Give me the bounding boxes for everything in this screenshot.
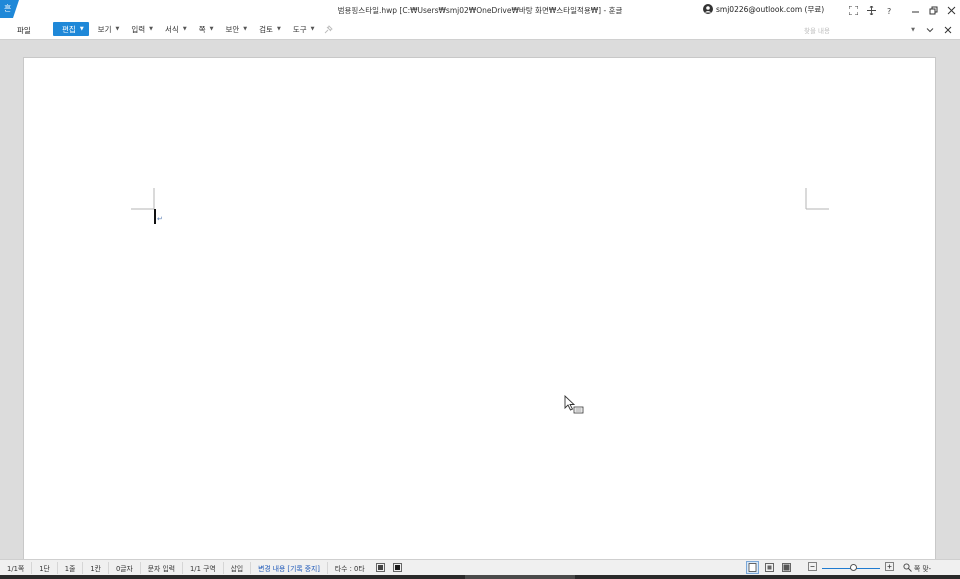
zoom-fit-button[interactable]: 쪽 맞- <box>903 563 931 573</box>
help-icon[interactable]: ? <box>880 3 898 17</box>
margin-corner-top-right <box>805 188 829 210</box>
view-fit-icon[interactable] <box>763 561 776 574</box>
view-page-icon[interactable] <box>746 561 759 574</box>
menu-insert[interactable]: 입력 ▼ <box>125 22 159 36</box>
menu-tools-label: 도구 <box>292 24 307 34</box>
view-width-icon[interactable] <box>780 561 793 574</box>
status-track-changes[interactable]: 변경 내용 [기록 중지] <box>251 561 328 574</box>
macro-record-icon[interactable] <box>375 563 385 572</box>
chevron-down-icon: ▼ <box>149 26 154 32</box>
menu-edit[interactable]: 편집 ▼ <box>53 22 89 36</box>
menu-format[interactable]: 서식 ▼ <box>159 22 193 36</box>
text-cursor <box>154 209 156 224</box>
status-insert-mode[interactable]: 삽입 <box>224 561 252 574</box>
account-info[interactable]: smj0226@outlook.com (무료) <box>703 3 824 15</box>
menu-view-label: 보기 <box>97 24 112 34</box>
fullscreen-icon[interactable] <box>844 3 862 17</box>
menu-bar: 파일 편집 ▼ 보기 ▼ 입력 ▼ 서식 ▼ 쪽 ▼ 보안 ▼ 검토 ▼ 도구 ▼ 찾을 내용 <box>0 20 960 40</box>
menu-format-label: 서식 <box>165 24 179 34</box>
document-workspace[interactable]: ↵ <box>0 41 960 559</box>
magnifier-icon <box>903 563 912 572</box>
restore-icon[interactable] <box>924 3 942 17</box>
search-input[interactable]: 찾을 내용 ▼ <box>796 23 918 36</box>
menu-page-label: 쪽 <box>198 24 206 34</box>
chevron-down-icon: ▼ <box>243 26 248 32</box>
document-page[interactable]: ↵ <box>23 57 936 559</box>
margin-corner-top-left <box>131 188 155 210</box>
status-char-count: 0글자 <box>109 561 141 574</box>
menu-edit-label: 편집 <box>62 24 76 34</box>
move-icon[interactable] <box>862 3 880 17</box>
zoom-thumb[interactable] <box>850 563 857 571</box>
title-bar: 흔 범용핑스타일.hwp [C:₩Users₩smj02₩OneDrive₩바탕… <box>0 0 960 20</box>
svg-text:?: ? <box>887 7 891 15</box>
chevron-down-icon: ▼ <box>276 26 281 32</box>
mouse-pointer-icon <box>564 395 584 414</box>
menu-insert-label: 입력 <box>131 24 146 34</box>
taskbar-strip <box>0 575 960 579</box>
status-page[interactable]: 1/1쪽 <box>0 561 33 574</box>
menu-tools[interactable]: 도구 ▼ <box>287 22 321 36</box>
menu-page[interactable]: 쪽 ▼ <box>193 22 220 36</box>
taskbar-active-app <box>465 575 575 579</box>
menu-file[interactable]: 파일 <box>17 25 31 36</box>
status-section: 1/1 구역 <box>183 561 224 574</box>
paragraph-mark: ↵ <box>157 215 163 223</box>
menu-view[interactable]: 보기 ▼ <box>92 22 126 36</box>
zoom-out-icon[interactable] <box>808 562 817 573</box>
close-window-icon[interactable] <box>942 3 960 17</box>
status-bar: 1/1쪽 1단 1줄 1칸 0글자 문자 입력 1/1 구역 삽입 변경 내용 … <box>0 559 960 575</box>
user-avatar-icon <box>703 4 713 14</box>
chevron-down-icon: ▼ <box>310 26 315 32</box>
macro-stop-icon[interactable] <box>392 563 402 572</box>
chevron-down-icon: ▼ <box>182 26 187 32</box>
status-column: 1단 <box>32 561 58 574</box>
search-placeholder: 찾을 내용 <box>804 26 830 35</box>
zoom-fit-label: 쪽 맞- <box>914 564 932 573</box>
chevron-down-icon: ▼ <box>115 26 120 32</box>
status-input-mode[interactable]: 문자 입력 <box>141 561 183 574</box>
menu-security[interactable]: 보안 ▼ <box>219 22 253 36</box>
minimize-icon[interactable] <box>906 3 924 17</box>
chevron-down-icon: ▼ <box>79 26 84 32</box>
status-typing-count: 타수 : 0타 <box>334 564 365 573</box>
menu-review-label: 검토 <box>259 24 273 34</box>
zoom-in-icon[interactable] <box>885 562 894 573</box>
close-document-icon[interactable] <box>942 24 954 36</box>
chevron-down-icon[interactable]: ▼ <box>911 27 915 33</box>
status-line: 1줄 <box>58 561 84 574</box>
status-col-pos: 1칸 <box>83 561 109 574</box>
chevron-down-icon: ▼ <box>209 26 214 32</box>
menu-security-label: 보안 <box>225 24 240 34</box>
zoom-slider[interactable] <box>822 563 880 573</box>
collapse-ribbon-icon[interactable] <box>924 24 936 36</box>
menu-review[interactable]: 검토 ▼ <box>253 22 287 36</box>
account-email: smj0226@outlook.com (무료) <box>716 4 825 14</box>
pin-icon[interactable] <box>320 22 336 36</box>
